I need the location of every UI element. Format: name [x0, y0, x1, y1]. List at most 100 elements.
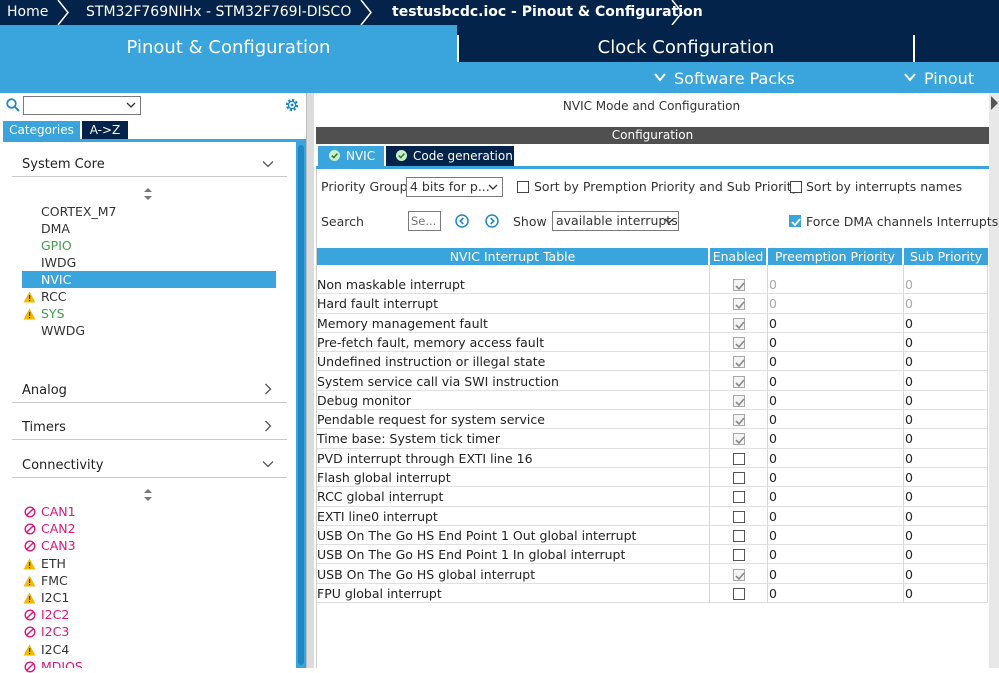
sub-priority-cell[interactable]: 0	[905, 410, 913, 429]
panel-splitter[interactable]	[306, 93, 314, 668]
preemption-priority-cell[interactable]: 0	[769, 333, 777, 352]
sub-priority-cell[interactable]: 0	[905, 545, 913, 564]
sub-priority-cell[interactable]: 0	[905, 314, 913, 333]
table-row[interactable]: RCC global interrupt 0 0	[317, 487, 988, 507]
priority-group-select[interactable]: 4 bits for p...	[406, 177, 503, 197]
preemption-priority-cell[interactable]: 0	[769, 449, 777, 468]
tree-item-mdios[interactable]: MDIOS	[41, 659, 83, 668]
tree-item-nvic[interactable]: NVIC	[41, 272, 71, 288]
category-filter-select[interactable]	[23, 96, 141, 115]
tab-nvic[interactable]: NVIC	[318, 146, 384, 166]
column-header-name[interactable]: NVIC Interrupt Table	[317, 248, 708, 265]
tree-item-dma[interactable]: DMA	[41, 221, 70, 237]
enabled-checkbox[interactable]	[733, 433, 745, 446]
enabled-checkbox[interactable]	[733, 414, 745, 427]
table-row[interactable]: Flash global interrupt 0 0	[317, 468, 988, 488]
chevron-down-icon[interactable]	[262, 158, 274, 170]
search-input[interactable]	[408, 211, 441, 231]
chevron-right-icon[interactable]	[262, 383, 274, 395]
search-next-icon[interactable]	[485, 214, 499, 228]
sub-priority-cell[interactable]: 0	[905, 429, 913, 448]
tree-item-wwdg[interactable]: WWDG	[41, 323, 85, 339]
preemption-priority-cell[interactable]: 0	[769, 352, 777, 371]
tree-item-can3[interactable]: CAN3	[41, 538, 76, 554]
tab-a-to-z[interactable]: A->Z	[82, 121, 128, 139]
sort-icon[interactable]	[143, 188, 153, 200]
sub-priority-cell[interactable]: 0	[905, 526, 913, 545]
table-row[interactable]: FPU global interrupt 0 0	[317, 584, 988, 604]
column-header-sub-priority[interactable]: Sub Priority	[904, 248, 988, 265]
tree-item-i2c2[interactable]: I2C2	[41, 607, 69, 623]
gear-icon[interactable]	[284, 97, 300, 113]
enabled-checkbox[interactable]	[733, 491, 745, 504]
sub-priority-cell[interactable]: 0	[905, 294, 913, 313]
preemption-priority-cell[interactable]: 0	[769, 410, 777, 429]
preemption-priority-cell[interactable]: 0	[769, 487, 777, 506]
tree-item-eth[interactable]: ETH	[41, 556, 66, 572]
table-row[interactable]: Pre-fetch fault, memory access fault 0 0	[317, 333, 988, 353]
search-previous-icon[interactable]	[455, 214, 469, 228]
preemption-priority-cell[interactable]: 0	[769, 565, 777, 584]
section-system-core[interactable]: System Core	[22, 157, 105, 172]
preemption-priority-cell[interactable]: 0	[769, 314, 777, 333]
tree-item-i2c1[interactable]: I2C1	[41, 590, 69, 606]
sub-priority-cell[interactable]: 0	[905, 487, 913, 506]
column-header-preemption[interactable]: Preemption Priority	[768, 248, 902, 265]
enabled-checkbox[interactable]	[733, 375, 745, 388]
breadcrumb-mcu[interactable]: STM32F769NIHx - STM32F769I-DISCO	[86, 0, 351, 25]
preemption-priority-cell[interactable]: 0	[769, 507, 777, 526]
table-row[interactable]: Time base: System tick timer 0 0	[317, 429, 988, 449]
enabled-checkbox[interactable]	[733, 568, 745, 581]
tree-item-rcc[interactable]: RCC	[41, 289, 67, 305]
tree-item-can2[interactable]: CAN2	[41, 521, 76, 537]
sort-premption-checkbox[interactable]	[517, 181, 529, 193]
table-row[interactable]: USB On The Go HS End Point 1 Out global …	[317, 526, 988, 546]
tree-item-can1[interactable]: CAN1	[41, 504, 76, 520]
tree-item-iwdg[interactable]: IWDG	[41, 255, 76, 271]
enabled-checkbox[interactable]	[733, 587, 745, 600]
preemption-priority-cell[interactable]: 0	[769, 391, 777, 410]
sub-priority-cell[interactable]: 0	[905, 565, 913, 584]
section-timers[interactable]: Timers	[22, 420, 66, 435]
tree-item-i2c4[interactable]: I2C4	[41, 642, 69, 658]
enabled-checkbox[interactable]	[733, 298, 745, 311]
preemption-priority-cell[interactable]: 0	[769, 584, 777, 603]
sub-priority-cell[interactable]: 0	[905, 352, 913, 371]
table-row[interactable]: Debug monitor 0 0	[317, 391, 988, 411]
enabled-checkbox[interactable]	[733, 317, 745, 330]
sub-priority-cell[interactable]: 0	[905, 584, 913, 603]
enabled-checkbox[interactable]	[733, 336, 745, 349]
table-row[interactable]: PVD interrupt through EXTI line 16 0 0	[317, 449, 988, 468]
left-scrollbar-thumb[interactable]	[298, 145, 304, 665]
sub-priority-cell[interactable]: 0	[905, 275, 913, 294]
force-dma-checkbox[interactable]	[789, 215, 801, 227]
sub-priority-cell[interactable]: 0	[905, 372, 913, 391]
enabled-checkbox[interactable]	[733, 356, 745, 369]
enabled-checkbox[interactable]	[733, 529, 745, 542]
tab-clock-configuration[interactable]: Clock Configuration	[459, 35, 913, 62]
tree-item-i2c3[interactable]: I2C3	[41, 624, 69, 640]
collapse-arrow-icon[interactable]	[990, 96, 999, 110]
enabled-checkbox[interactable]	[733, 549, 745, 562]
preemption-priority-cell[interactable]: 0	[769, 294, 777, 313]
breadcrumb-project[interactable]: testusbcdc.ioc - Pinout & Configuration	[392, 0, 703, 25]
table-row[interactable]: USB On The Go HS global interrupt 0 0	[317, 565, 988, 584]
chevron-down-icon[interactable]	[262, 458, 274, 470]
breadcrumb-home[interactable]: Home	[7, 0, 48, 25]
enabled-checkbox[interactable]	[733, 279, 745, 291]
tab-code-generation[interactable]: Code generation	[386, 146, 514, 166]
tab-pinout-configuration[interactable]: Pinout & Configuration	[0, 35, 457, 62]
table-row[interactable]: Memory management fault 0 0	[317, 314, 988, 333]
preemption-priority-cell[interactable]: 0	[769, 526, 777, 545]
sub-priority-cell[interactable]: 0	[905, 391, 913, 410]
enabled-checkbox[interactable]	[733, 472, 745, 484]
table-row[interactable]: Hard fault interrupt 0 0	[317, 294, 988, 314]
tree-item-gpio[interactable]: GPIO	[41, 238, 72, 254]
enabled-checkbox[interactable]	[733, 452, 745, 465]
preemption-priority-cell[interactable]: 0	[769, 429, 777, 448]
chevron-right-icon[interactable]	[262, 420, 274, 432]
tab-extra[interactable]	[915, 35, 999, 62]
search-icon[interactable]	[6, 98, 20, 112]
sort-names-checkbox[interactable]	[790, 181, 802, 193]
table-row[interactable]: Pendable request for system service 0 0	[317, 410, 988, 430]
